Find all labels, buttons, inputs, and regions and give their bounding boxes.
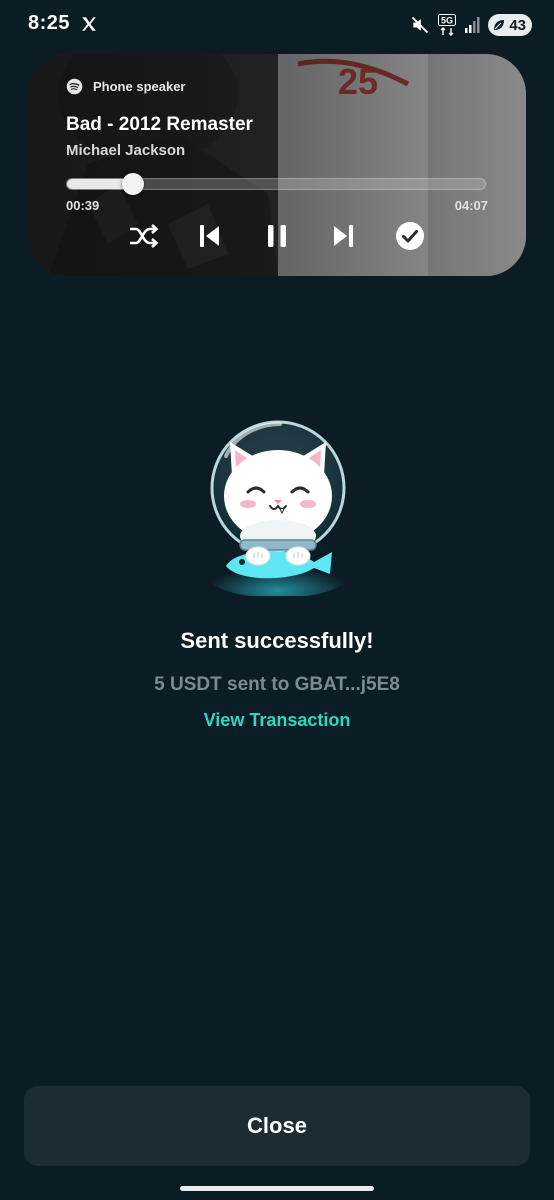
- pause-icon: [268, 225, 286, 247]
- network-label: 5G: [441, 16, 453, 26]
- signal-icon: [465, 17, 480, 33]
- battery-indicator: 43: [488, 14, 532, 36]
- shuffle-icon: [130, 224, 159, 248]
- saved-button[interactable]: [392, 218, 428, 254]
- seek-bar[interactable]: [66, 173, 486, 195]
- saved-check-icon: [396, 222, 424, 250]
- sent-detail: 5 USDT sent to GBAT...j5E8: [154, 674, 400, 695]
- x-app-icon: [82, 17, 96, 31]
- mute-icon: [412, 16, 429, 34]
- output-device-label: Phone speaker: [93, 79, 186, 94]
- track-artist: Michael Jackson: [66, 142, 186, 159]
- close-button-label: Close: [247, 1113, 307, 1138]
- media-player-card[interactable]: 25 Phone speaker Bad - 2012 Remaster Mic…: [28, 54, 526, 276]
- seek-bar-thumb[interactable]: [122, 173, 145, 195]
- cat-astronaut-mascot: [206, 420, 350, 596]
- battery-level: 43: [509, 16, 526, 34]
- previous-button[interactable]: [192, 218, 228, 254]
- output-device-row[interactable]: Phone speaker: [66, 78, 186, 95]
- status-icons: 5G 43: [410, 13, 532, 37]
- shuffle-button[interactable]: [126, 218, 162, 254]
- playback-controls: [28, 218, 526, 254]
- battery-saver-icon: [494, 20, 505, 30]
- previous-icon: [200, 225, 219, 247]
- success-title: Sent successfully!: [180, 628, 374, 653]
- time-elapsed: 00:39: [66, 198, 100, 213]
- time-total: 04:07: [454, 198, 488, 213]
- spotify-icon: [66, 78, 83, 95]
- view-transaction-link[interactable]: View Transaction: [177, 710, 377, 731]
- status-time: 8:25: [28, 12, 71, 34]
- status-bar: 8:25 5G 43: [0, 0, 554, 52]
- close-button[interactable]: Close: [24, 1086, 530, 1166]
- home-indicator[interactable]: [180, 1186, 374, 1191]
- next-icon: [334, 225, 353, 247]
- next-button[interactable]: [325, 218, 361, 254]
- pause-button[interactable]: [259, 218, 295, 254]
- network-5g-icon: 5G: [438, 14, 457, 36]
- track-title: Bad - 2012 Remaster: [66, 114, 253, 135]
